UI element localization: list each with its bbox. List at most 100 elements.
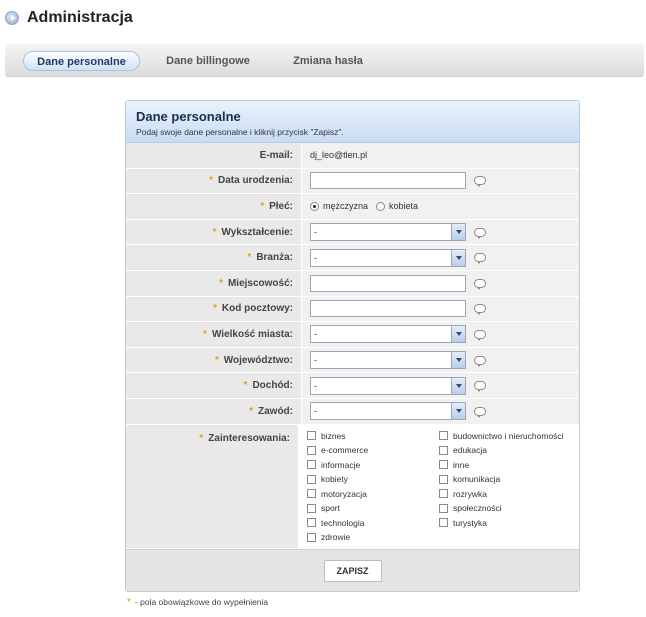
checkbox-icon[interactable] bbox=[439, 489, 448, 499]
panel-footer: ZAPISZ bbox=[126, 549, 579, 591]
dropdown-arrow-icon[interactable] bbox=[451, 224, 465, 241]
radio-selected-icon[interactable] bbox=[310, 201, 319, 211]
tabs-bar: Dane personalne Dane billingowe Zmiana h… bbox=[5, 44, 644, 77]
save-button[interactable]: ZAPISZ bbox=[323, 559, 382, 582]
income-select[interactable]: - bbox=[310, 376, 466, 395]
gender-female-option[interactable]: kobieta bbox=[376, 201, 418, 211]
row-birth-date: * Data urodzenia: bbox=[126, 168, 579, 195]
radio-icon[interactable] bbox=[376, 201, 386, 211]
interest-checkbox[interactable]: turystyka bbox=[439, 518, 579, 528]
gender-male-option[interactable]: mężczyzna bbox=[310, 201, 368, 211]
required-star-icon: * bbox=[212, 226, 217, 238]
checkbox-icon[interactable] bbox=[307, 489, 316, 499]
dropdown-arrow-icon[interactable] bbox=[451, 352, 465, 369]
checkbox-icon[interactable] bbox=[439, 518, 448, 528]
page-title: Administracja bbox=[27, 9, 133, 26]
education-label: Wykształcenie: bbox=[221, 226, 293, 238]
interest-checkbox[interactable]: społeczności bbox=[439, 503, 579, 513]
interest-checkbox[interactable]: budownictwo i nieruchomości bbox=[439, 431, 579, 441]
profession-label: Zawód: bbox=[258, 405, 293, 417]
checkbox-icon[interactable] bbox=[307, 503, 316, 513]
tab-dane-personalne[interactable]: Dane personalne bbox=[23, 51, 140, 71]
interest-checkbox[interactable]: kobiety bbox=[307, 474, 439, 484]
legend-text: - pola obowiązkowe do wypełnienia bbox=[134, 597, 269, 607]
checkbox-icon[interactable] bbox=[307, 474, 316, 484]
city-input[interactable] bbox=[310, 274, 466, 292]
help-bubble-icon[interactable] bbox=[474, 355, 486, 367]
checkbox-icon[interactable] bbox=[307, 532, 316, 542]
checkbox-icon[interactable] bbox=[307, 518, 316, 528]
postal-code-label: Kod pocztowy: bbox=[221, 303, 293, 315]
interest-checkbox[interactable]: komunikacja bbox=[439, 474, 579, 484]
interest-checkbox[interactable]: inne bbox=[439, 460, 579, 470]
email-label: E-mail: bbox=[126, 143, 301, 168]
row-income: * Dochód: - bbox=[126, 373, 579, 399]
profession-select[interactable]: - bbox=[310, 402, 466, 421]
city-size-select[interactable]: - bbox=[310, 325, 466, 344]
birth-date-input[interactable] bbox=[310, 172, 466, 190]
industry-select[interactable]: - bbox=[310, 248, 466, 267]
help-bubble-icon[interactable] bbox=[474, 253, 486, 265]
interest-checkbox[interactable]: rozrywka bbox=[439, 489, 579, 499]
row-education: * Wykształcenie: - bbox=[126, 219, 579, 246]
interest-checkbox[interactable]: informacje bbox=[307, 460, 439, 470]
checkbox-icon[interactable] bbox=[439, 445, 448, 455]
dropdown-arrow-icon[interactable] bbox=[451, 326, 465, 343]
help-bubble-icon[interactable] bbox=[474, 227, 486, 239]
tab-dane-billingowe[interactable]: Dane billingowe bbox=[153, 51, 263, 71]
province-label: Województwo: bbox=[223, 354, 293, 366]
required-star-icon: * bbox=[214, 354, 219, 366]
checkbox-icon[interactable] bbox=[307, 460, 316, 470]
dropdown-arrow-icon[interactable] bbox=[451, 403, 465, 420]
panel-subtitle: Podaj swoje dane personalne i kliknij pr… bbox=[136, 127, 344, 137]
interest-checkbox[interactable]: e-commerce bbox=[307, 445, 439, 455]
required-star-icon: * bbox=[212, 303, 217, 315]
panel-header: Dane personalne Podaj swoje dane persona… bbox=[126, 101, 579, 143]
required-star-icon: * bbox=[249, 405, 253, 417]
interests-label: Zainteresowania: bbox=[208, 432, 290, 444]
page-header: Administracja bbox=[5, 6, 133, 30]
help-bubble-icon[interactable] bbox=[474, 304, 486, 316]
help-bubble-icon[interactable] bbox=[474, 406, 486, 418]
required-star-icon: * bbox=[209, 175, 213, 187]
required-star-icon: * bbox=[243, 380, 248, 392]
checkbox-icon[interactable] bbox=[439, 460, 448, 470]
tab-zmiana-hasla[interactable]: Zmiana hasła bbox=[278, 51, 378, 71]
interest-checkbox[interactable]: sport bbox=[307, 503, 439, 513]
gender-label: Płeć: bbox=[269, 200, 293, 212]
checkbox-icon[interactable] bbox=[439, 503, 448, 513]
row-province: * Województwo: - bbox=[126, 347, 579, 374]
help-bubble-icon[interactable] bbox=[474, 176, 486, 188]
interest-checkbox[interactable]: technologia bbox=[307, 518, 439, 528]
dropdown-arrow-icon[interactable] bbox=[451, 249, 465, 266]
checkbox-icon[interactable] bbox=[307, 445, 316, 455]
arrow-right-circle-icon bbox=[5, 11, 19, 25]
checkbox-icon[interactable] bbox=[439, 474, 448, 484]
required-fields-legend: * - pola obowiązkowe do wypełnienia bbox=[127, 597, 268, 608]
help-bubble-icon[interactable] bbox=[474, 329, 486, 341]
row-city-size: * Wielkość miasta: - bbox=[126, 322, 579, 348]
required-star-icon: * bbox=[199, 432, 204, 444]
panel-title: Dane personalne bbox=[136, 109, 241, 124]
city-label: Miejscowość: bbox=[227, 277, 293, 289]
interest-checkbox[interactable]: biznes bbox=[307, 431, 439, 441]
income-label: Dochód: bbox=[252, 380, 293, 392]
education-select[interactable]: - bbox=[310, 223, 466, 242]
row-postal-code: * Kod pocztowy: bbox=[126, 296, 579, 323]
checkbox-icon[interactable] bbox=[439, 431, 448, 441]
dropdown-arrow-icon[interactable] bbox=[451, 377, 465, 394]
checkbox-icon[interactable] bbox=[307, 431, 316, 441]
city-size-label: Wielkość miasta: bbox=[211, 328, 293, 340]
personal-data-panel: Dane personalne Podaj swoje dane persona… bbox=[125, 100, 580, 592]
row-industry: * Branża: - bbox=[126, 245, 579, 271]
row-city: * Miejscowość: bbox=[126, 270, 579, 297]
required-star-icon: * bbox=[127, 597, 131, 608]
interest-checkbox[interactable]: edukacja bbox=[439, 445, 579, 455]
interest-checkbox[interactable]: zdrowie bbox=[307, 532, 439, 542]
postal-code-input[interactable] bbox=[310, 300, 466, 318]
help-bubble-icon[interactable] bbox=[474, 381, 486, 393]
help-bubble-icon[interactable] bbox=[474, 278, 486, 290]
province-select[interactable]: - bbox=[310, 351, 466, 370]
row-email: E-mail: dj_leo@tlen.pl bbox=[126, 143, 579, 169]
interest-checkbox[interactable]: motoryzacja bbox=[307, 489, 439, 499]
